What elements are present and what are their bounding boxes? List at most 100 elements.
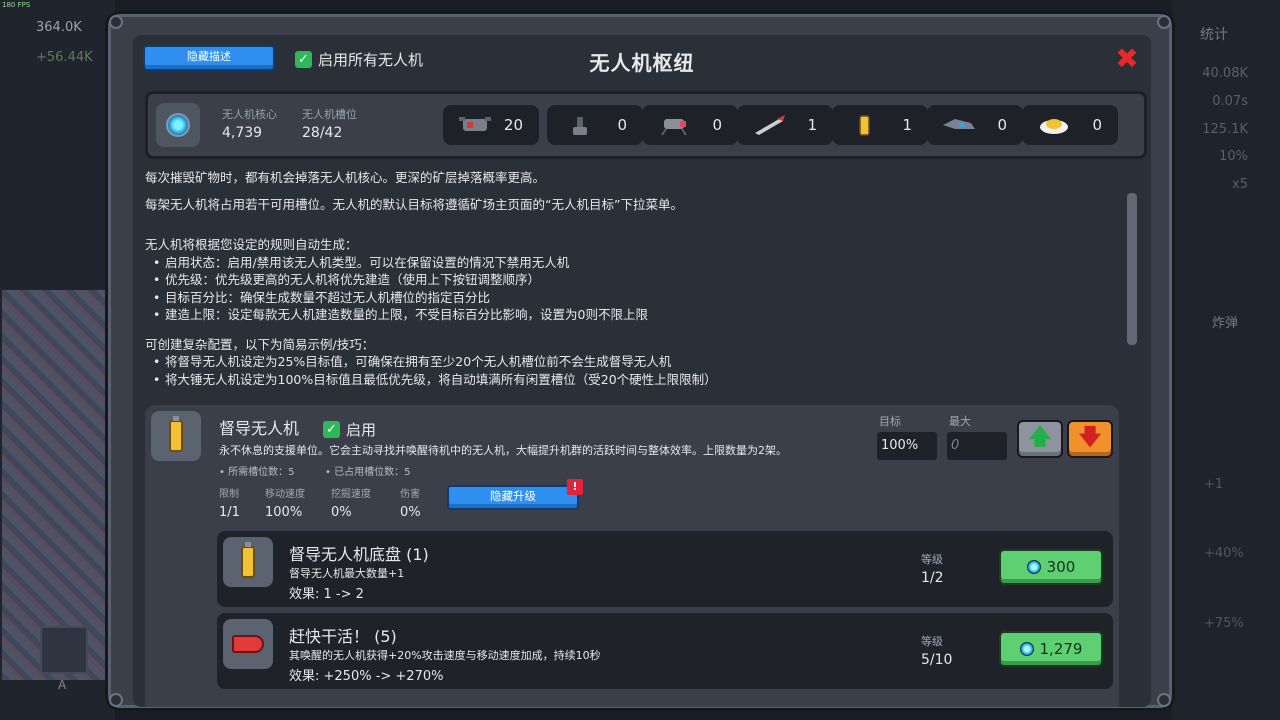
drone-count-turret[interactable]: 0 xyxy=(547,105,643,145)
upgrade-level-label: 等级 xyxy=(921,635,943,648)
hammer-drone-icon xyxy=(1040,119,1068,134)
drone-count-hammer[interactable]: 0 xyxy=(1022,105,1118,145)
drone-slots-label: 无人机槽位 xyxy=(302,108,357,121)
buy-upgrade-button[interactable]: 300 xyxy=(999,549,1103,585)
drone-core-icon xyxy=(156,103,200,147)
right-bonus: +40% xyxy=(1204,546,1244,561)
upgrade-level: 1/2 xyxy=(921,570,944,586)
tips-intro: 可创建复杂配置，以下为简易示例/技巧： xyxy=(145,336,375,352)
arrow-up-icon: 🡅 xyxy=(1028,425,1052,450)
ability-slot[interactable] xyxy=(40,626,88,674)
drone-stats-bar: 无人机核心 4,739 无人机槽位 28/42 20 0 0 1 1 0 0 xyxy=(145,91,1147,159)
upgrade-description: 其唤醒的无人机获得+20%攻击速度与移动速度加成，持续10秒 xyxy=(289,649,601,662)
upgrade-name: 赶快干活！ (5) xyxy=(289,627,397,646)
upgrade-level: 5/10 xyxy=(921,652,953,668)
stats-tab[interactable]: 统计 xyxy=(1200,24,1228,44)
priority-up-button[interactable]: 🡅 xyxy=(1017,420,1063,458)
drone-count-jet[interactable]: 0 xyxy=(927,105,1023,145)
hide-upgrades-button[interactable]: 隐藏升级 xyxy=(447,485,579,510)
drone-count-drill[interactable]: 1 xyxy=(737,105,833,145)
jet-drone-icon xyxy=(943,119,975,129)
modal-content: 隐藏描述 ✓ 启用所有无人机 无人机枢纽 ✖ 无人机核心 4,739 无人机槽位… xyxy=(133,35,1151,707)
upgrade-row: 赶快干活！ (5) 其唤醒的无人机获得+20%攻击速度与移动速度加成，持续10秒… xyxy=(217,613,1113,689)
drone-core-icon xyxy=(1019,642,1034,656)
drone-count: 0 xyxy=(997,116,1007,134)
upgrade-cost: 300 xyxy=(1046,558,1076,576)
ability-slot-key: A xyxy=(58,678,67,692)
drill-drone-icon xyxy=(755,115,785,135)
max-label: 最大 xyxy=(949,415,971,428)
rivet-decoration xyxy=(1157,15,1171,29)
close-x-icon[interactable]: ✖ xyxy=(1113,45,1141,73)
buy-upgrade-button[interactable]: 1,279 xyxy=(999,631,1103,667)
turret-drone-icon xyxy=(573,117,587,135)
drone-card-supervisor: 督导无人机 ✓ 启用 永不休息的支援单位。它会主动寻找并唤醒待机中的无人机，大幅… xyxy=(145,405,1119,707)
tip-item: 将大锤无人机设定为100%目标值且最低优先级，将自动填满所有闲置槽位（受20个硬… xyxy=(145,371,1125,389)
upgrade-effect: 效果: +250% -> +270% xyxy=(289,669,444,684)
background-left-panel: 180 FPS 364.0K +56.44K A xyxy=(0,0,115,720)
drone-count-supervisor[interactable]: 1 xyxy=(832,105,928,145)
upgrade-level-label: 等级 xyxy=(921,553,943,566)
bomb-tab[interactable]: 炸弹 xyxy=(1212,312,1238,331)
rivet-decoration xyxy=(109,693,123,707)
upgrade-description: 督导无人机最大数量+1 xyxy=(289,567,405,580)
drone-core-icon xyxy=(1026,560,1041,574)
modal-title: 无人机枢纽 xyxy=(589,51,695,75)
rule-item: 优先级：优先级更高的无人机将优先建造（使用上下按钮调整顺序） xyxy=(145,271,1125,289)
target-percent-input[interactable]: 100% xyxy=(877,432,937,460)
drone-stat-limit: 限制 1/1 xyxy=(219,489,240,520)
left-stat-rate: +56.44K xyxy=(36,50,93,65)
max-count-input[interactable]: 0 xyxy=(947,432,1007,460)
drone-count: 1 xyxy=(807,116,817,134)
drone-stat-mine-speed: 挖掘速度 0% xyxy=(331,489,371,520)
upgrade-row: 督导无人机底盘 (1) 督导无人机最大数量+1 效果: 1 -> 2 等级 1/… xyxy=(217,531,1113,607)
drone-cores-stat: 无人机核心 4,739 xyxy=(222,106,277,141)
drone-count: 0 xyxy=(1092,116,1102,134)
right-stat: x5 xyxy=(1232,177,1248,192)
rule-item: 建造上限：设定每款无人机建造数量的上限，不受目标百分比影响，设置为0则不限上限 xyxy=(145,306,1125,324)
right-bonus: +1 xyxy=(1204,477,1224,492)
right-stat: 125.1K xyxy=(1202,122,1248,137)
arrow-down-icon: 🡇 xyxy=(1078,425,1102,450)
drone-slots-value: 28/42 xyxy=(302,125,343,141)
right-stat: 40.08K xyxy=(1202,66,1248,81)
upgrade-effect: 效果: 1 -> 2 xyxy=(289,587,364,602)
drone-count: 0 xyxy=(617,116,627,134)
drone-count-spider[interactable]: 0 xyxy=(642,105,738,145)
drone-slots-stat: 无人机槽位 28/42 xyxy=(302,106,357,141)
minimap xyxy=(2,290,105,680)
priority-down-button[interactable]: 🡇 xyxy=(1067,420,1113,458)
drone-count: 0 xyxy=(712,116,722,134)
right-stat: 10% xyxy=(1219,149,1248,164)
drone-hub-modal: 隐藏描述 ✓ 启用所有无人机 无人机枢纽 ✖ 无人机核心 4,739 无人机槽位… xyxy=(108,14,1172,708)
drone-count: 20 xyxy=(503,116,523,134)
rules-intro: 无人机将根据您设定的规则自动生成： xyxy=(145,237,358,252)
right-stat: 0.07s xyxy=(1212,94,1248,109)
supervisor-chassis-icon xyxy=(223,537,273,587)
fps-counter: 180 FPS xyxy=(2,1,31,9)
drone-count: 1 xyxy=(902,116,912,134)
drone-enable-checkbox[interactable]: ✓ 启用 xyxy=(323,419,376,440)
drone-name: 督导无人机 xyxy=(219,419,300,438)
right-bonus: +75% xyxy=(1204,616,1244,631)
megaphone-icon xyxy=(223,619,273,669)
drone-stat-damage: 伤害 0% xyxy=(400,489,421,520)
rule-item: 启用状态：启用/禁用该无人机类型。可以在保留设置的情况下禁用无人机 xyxy=(145,254,1125,272)
background-right-panel: 统计 40.08K 0.07s 125.1K 10% x5 炸弹 +1 +40%… xyxy=(1172,0,1280,720)
drone-cores-label: 无人机核心 xyxy=(222,108,277,121)
target-label: 目标 xyxy=(879,415,901,428)
upgrade-cost: 1,279 xyxy=(1039,640,1083,658)
checkmark-icon: ✓ xyxy=(323,421,340,438)
rivet-decoration xyxy=(109,15,123,29)
combat-drone-icon xyxy=(459,117,491,131)
drone-count-combat[interactable]: 20 xyxy=(443,105,539,145)
drone-description: 永不休息的支援单位。它会主动寻找并唤醒待机中的无人机，大幅提升机群的活跃时间与整… xyxy=(219,444,787,457)
drone-stat-move-speed: 移动速度 100% xyxy=(265,489,305,520)
slots-occupied: • 已占用槽位数：5 xyxy=(325,467,411,478)
left-stat-value: 364.0K xyxy=(36,20,82,35)
supervisor-drone-icon xyxy=(151,411,201,461)
upgrade-name: 督导无人机底盘 (1) xyxy=(289,545,429,564)
scrollbar-thumb[interactable] xyxy=(1127,193,1137,345)
alert-badge: ! xyxy=(567,479,583,495)
drone-cores-value: 4,739 xyxy=(222,125,263,141)
